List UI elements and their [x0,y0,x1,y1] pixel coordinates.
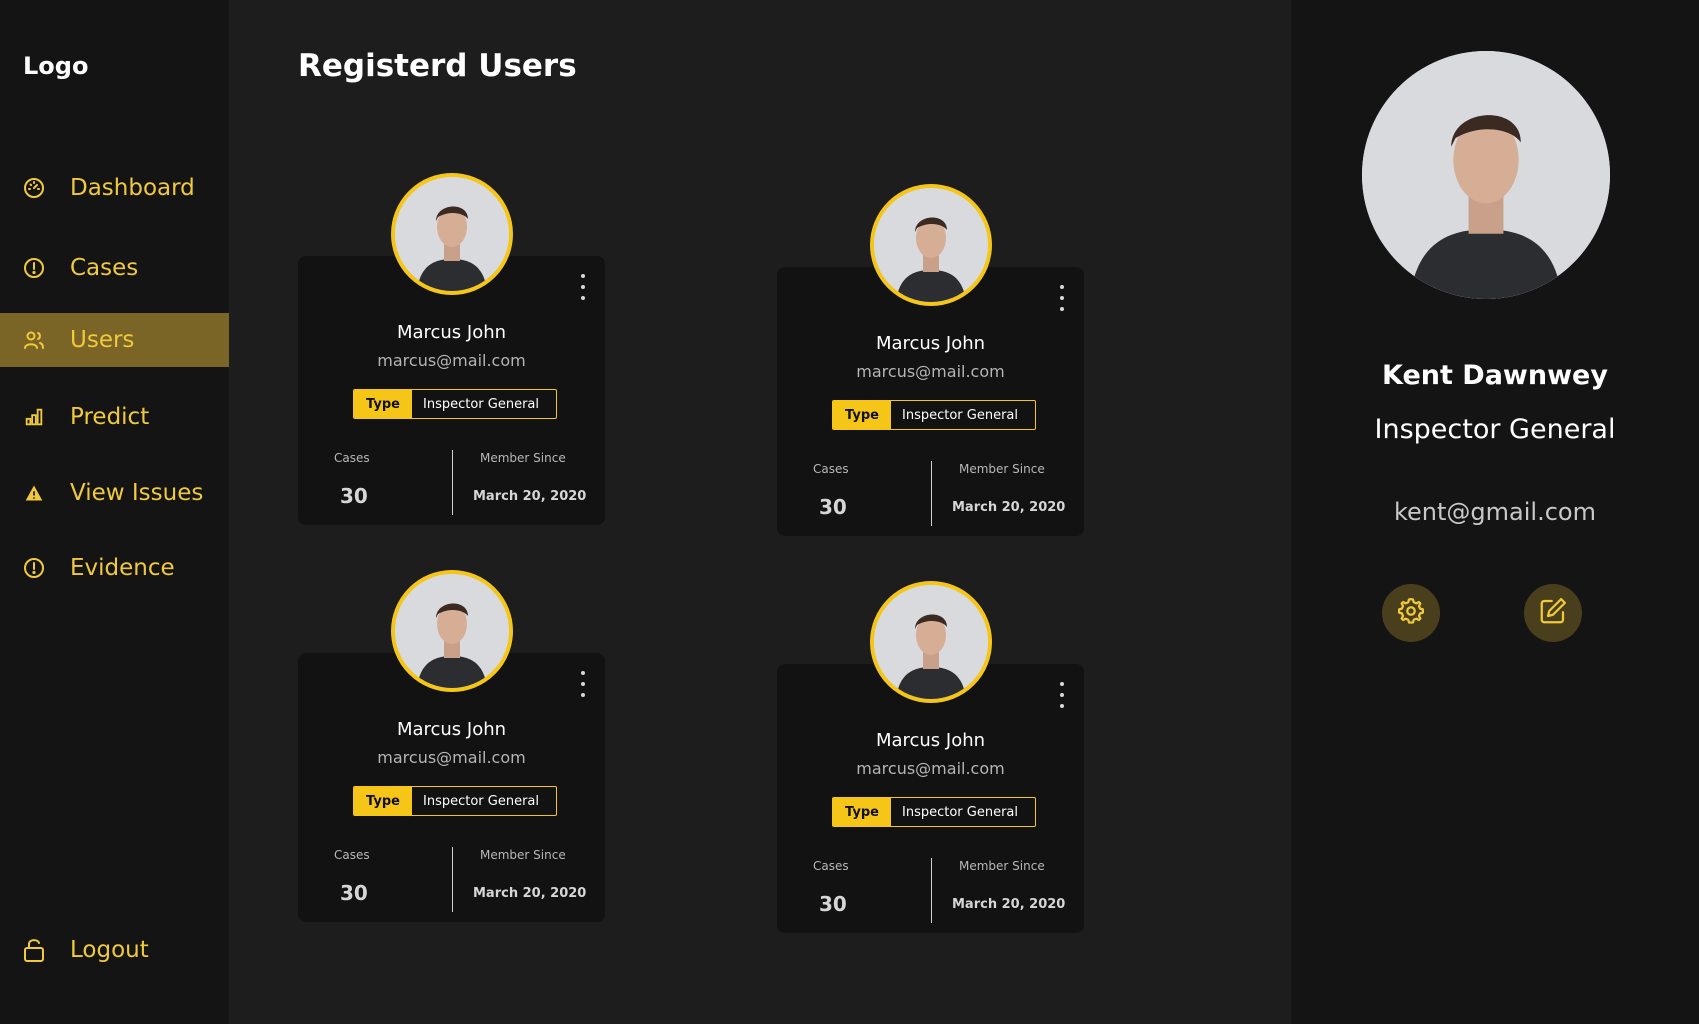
profile-avatar [1362,51,1610,299]
cases-label: Cases [813,462,849,476]
user-card[interactable]: Marcus John marcus@mail.com Type Inspect… [777,184,1084,536]
user-type-badge: Type Inspector General [832,400,1036,430]
user-avatar [870,581,992,703]
user-type-badge: Type Inspector General [832,797,1036,827]
divider [931,858,932,923]
type-value: Inspector General [902,804,1019,820]
sidebar-item-users[interactable]: Users [0,313,229,367]
profile-panel: Kent Dawnwey Inspector General kent@gmai… [1291,0,1699,1024]
more-options-icon[interactable] [577,671,589,697]
type-value: Inspector General [423,396,540,412]
unlock-icon [20,936,48,964]
users-icon [20,326,48,354]
type-label: Type [354,787,412,815]
member-since-date: March 20, 2020 [952,897,1066,912]
user-avatar [870,184,992,306]
sidebar-item-label: Evidence [70,555,175,581]
sidebar-item-predict[interactable]: Predict [0,390,229,444]
member-since-label: Member Since [480,451,566,465]
edit-icon [1538,596,1568,630]
member-since-date: March 20, 2020 [952,500,1066,515]
profile-email: kent@gmail.com [1394,498,1596,526]
cases-count: 30 [819,495,847,519]
user-card[interactable]: Marcus John marcus@mail.com Type Inspect… [298,173,605,525]
user-type-badge: Type Inspector General [353,786,557,816]
user-card[interactable]: Marcus John marcus@mail.com Type Inspect… [298,570,605,922]
logout-label: Logout [70,937,149,963]
dashboard-gauge-icon [20,174,48,202]
user-card[interactable]: Marcus John marcus@mail.com Type Inspect… [777,581,1084,933]
sidebar-item-label: Cases [70,255,139,281]
more-options-icon[interactable] [577,274,589,300]
more-options-icon[interactable] [1056,682,1068,708]
sidebar-item-label: Predict [70,404,150,430]
user-name: Marcus John [396,322,507,343]
sidebar-item-dashboard[interactable]: Dashboard [0,161,229,215]
sidebar-item-view-issues[interactable]: View Issues [0,466,229,520]
user-name: Marcus John [875,730,986,751]
profile-name: Kent Dawnwey [1382,360,1608,391]
user-avatar [391,173,513,295]
user-name: Marcus John [875,333,986,354]
type-label: Type [833,401,891,429]
member-since-date: March 20, 2020 [473,489,587,504]
page-title: Registerd Users [298,48,577,84]
settings-gear-icon [1396,596,1426,630]
more-options-icon[interactable] [1056,285,1068,311]
user-email: marcus@mail.com [856,362,1005,381]
edit-button[interactable] [1524,584,1582,642]
sidebar-item-label: Dashboard [70,175,195,201]
member-since-label: Member Since [959,462,1045,476]
member-since-label: Member Since [959,859,1045,873]
user-email: marcus@mail.com [377,351,526,370]
cases-label: Cases [813,859,849,873]
sidebar-item-cases[interactable]: Cases [0,241,229,295]
user-email: marcus@mail.com [856,759,1005,778]
user-name: Marcus John [396,719,507,740]
member-since-date: March 20, 2020 [473,886,587,901]
member-since-label: Member Since [480,848,566,862]
divider [452,847,453,912]
divider [931,461,932,526]
alert-circle-icon [20,254,48,282]
warning-triangle-icon [20,479,48,507]
type-value: Inspector General [423,793,540,809]
type-label: Type [354,390,412,418]
type-value: Inspector General [902,407,1019,423]
sidebar-item-label: View Issues [70,480,204,506]
sidebar: Logo Dashboard Cases Users Predict View … [0,0,229,1024]
user-type-badge: Type Inspector General [353,389,557,419]
sidebar-item-evidence[interactable]: Evidence [0,541,229,595]
sidebar-item-label: Users [70,327,135,353]
profile-role: Inspector General [1374,414,1616,445]
app-root: Logo Dashboard Cases Users Predict View … [0,0,1699,1024]
type-label: Type [833,798,891,826]
user-email: marcus@mail.com [377,748,526,767]
logout-button[interactable]: Logout [0,923,229,977]
cases-label: Cases [334,451,370,465]
cases-count: 30 [340,881,368,905]
logo[interactable]: Logo [23,52,88,80]
alert-circle-icon [20,554,48,582]
divider [452,450,453,515]
cases-label: Cases [334,848,370,862]
bar-chart-icon [20,403,48,431]
cases-count: 30 [819,892,847,916]
settings-button[interactable] [1382,584,1440,642]
cases-count: 30 [340,484,368,508]
user-avatar [391,570,513,692]
